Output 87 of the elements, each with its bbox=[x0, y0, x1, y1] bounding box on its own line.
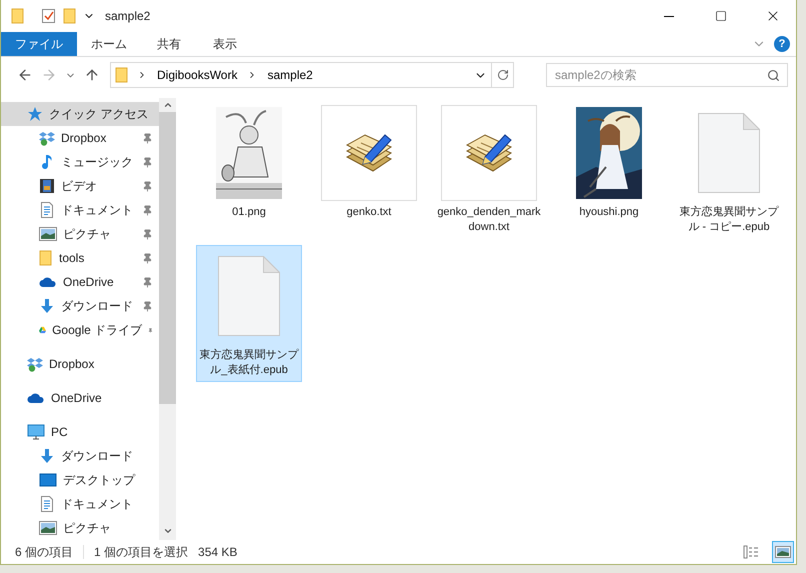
blank-document-icon bbox=[698, 113, 760, 193]
document-icon bbox=[39, 202, 55, 218]
sidebar-item-label: クイック アクセス bbox=[49, 106, 150, 122]
maximize-icon bbox=[715, 10, 727, 22]
desktop-icon bbox=[39, 473, 57, 487]
scrollbar[interactable] bbox=[159, 98, 176, 540]
sidebar-item[interactable]: クイック アクセス bbox=[1, 102, 159, 126]
sidebar-item-label: ミュージック bbox=[61, 154, 134, 170]
ribbon-tab[interactable]: 共有 bbox=[141, 32, 197, 56]
star-icon bbox=[27, 106, 43, 122]
ribbon-tab[interactable]: ホーム bbox=[77, 32, 141, 56]
selection-count: 1 個の項目を選択 bbox=[94, 544, 188, 560]
sidebar-item[interactable]: デスクトップ bbox=[1, 468, 159, 492]
file-name: genko.txt bbox=[346, 205, 392, 220]
sidebar-item-label: ドキュメント bbox=[61, 202, 134, 218]
details-view-icon bbox=[743, 545, 759, 559]
selection-size: 354 KB bbox=[198, 545, 238, 559]
sidebar-item[interactable]: Dropbox bbox=[1, 126, 159, 150]
sidebar-item[interactable]: Dropbox bbox=[1, 352, 159, 376]
file-name: 01.png bbox=[231, 205, 267, 220]
sidebar-item-label: ピクチャ bbox=[63, 226, 112, 242]
large-icons-view-icon bbox=[775, 546, 791, 558]
scroll-down-icon[interactable] bbox=[162, 526, 172, 536]
sidebar-item-label: OneDrive bbox=[51, 391, 103, 405]
sidebar-item[interactable]: OneDrive bbox=[1, 386, 159, 410]
sidebar-item-label: PC bbox=[51, 425, 69, 439]
address-field[interactable]: DigibooksWork sample2 bbox=[110, 62, 514, 88]
ribbon-tab[interactable]: ファイル bbox=[1, 32, 77, 56]
file-name: hyoushi.png bbox=[578, 205, 640, 220]
large-icons-view-button[interactable] bbox=[772, 541, 794, 563]
sidebar-item-label: デスクトップ bbox=[63, 472, 136, 488]
search-icon bbox=[767, 69, 780, 82]
item-count: 6 個の項目 bbox=[15, 544, 74, 560]
file-name: 東方恋鬼異聞サンプル_表紙付.epub bbox=[198, 348, 300, 378]
cloud-icon bbox=[39, 276, 57, 288]
sidebar-item[interactable]: ミュージック bbox=[1, 150, 159, 174]
folder-icon bbox=[11, 8, 25, 24]
folder-icon bbox=[39, 250, 53, 266]
sidebar-item-label: ピクチャ bbox=[63, 520, 112, 536]
checklist-icon[interactable] bbox=[41, 8, 57, 24]
sidebar-item-label: OneDrive bbox=[63, 275, 115, 289]
sidebar-item-label: ドキュメント bbox=[61, 496, 134, 512]
film-icon bbox=[39, 178, 55, 194]
dropbox-icon bbox=[39, 130, 55, 146]
document-icon bbox=[39, 496, 55, 512]
file-name: 東方恋鬼異聞サンプル - コピー.epub bbox=[678, 205, 780, 235]
breadcrumb[interactable]: sample2 bbox=[265, 68, 315, 82]
sidebar-item-label: tools bbox=[59, 251, 86, 265]
sidebar-item[interactable]: ダウンロード bbox=[1, 444, 159, 468]
monitor-icon bbox=[27, 424, 45, 440]
window-title: sample2 bbox=[105, 9, 152, 23]
download-arrow-icon bbox=[39, 448, 55, 464]
scrollbar-thumb[interactable] bbox=[159, 112, 176, 404]
sidebar-item[interactable]: ピクチャ bbox=[1, 516, 159, 540]
sidebar-item[interactable]: Google ドライブ bbox=[1, 318, 159, 342]
sidebar-item-label: Google ドライブ bbox=[52, 322, 142, 338]
help-button[interactable]: ? bbox=[774, 36, 790, 52]
sidebar-item-label: ビデオ bbox=[61, 178, 98, 194]
sidebar-item[interactable]: ドキュメント bbox=[1, 198, 159, 222]
file-item[interactable]: hyoushi.png bbox=[556, 102, 662, 239]
sidebar-item[interactable]: ピクチャ bbox=[1, 222, 159, 246]
picture-icon bbox=[39, 521, 57, 535]
file-item[interactable]: 東方恋鬼異聞サンプル - コピー.epub bbox=[676, 102, 782, 239]
sidebar-item-label: Dropbox bbox=[61, 131, 108, 145]
sidebar-item-label: ダウンロード bbox=[61, 298, 134, 314]
download-arrow-icon bbox=[39, 298, 55, 314]
file-item[interactable]: 01.png bbox=[196, 102, 302, 239]
picture-icon bbox=[39, 227, 57, 241]
refresh-icon bbox=[496, 69, 508, 81]
sidebar-item[interactable]: ダウンロード bbox=[1, 294, 159, 318]
sidebar-item[interactable]: OneDrive bbox=[1, 270, 159, 294]
cloud-icon bbox=[27, 392, 45, 404]
file-item[interactable]: 東方恋鬼異聞サンプル_表紙付.epub bbox=[196, 245, 302, 382]
sidebar-item-label: ダウンロード bbox=[61, 448, 134, 464]
sidebar-item-label: Dropbox bbox=[49, 357, 96, 371]
sidebar-item[interactable]: ビデオ bbox=[1, 174, 159, 198]
breadcrumb[interactable]: DigibooksWork bbox=[155, 68, 240, 82]
scroll-up-icon[interactable] bbox=[162, 100, 172, 110]
file-name: genko_denden_markdown.txt bbox=[437, 205, 541, 235]
dropbox-icon bbox=[27, 356, 43, 372]
sidebar-item[interactable]: tools bbox=[1, 246, 159, 270]
sidebar-item[interactable]: ドキュメント bbox=[1, 492, 159, 516]
search-field[interactable]: sample2の検索 bbox=[546, 63, 788, 87]
sidebar-item[interactable]: PC bbox=[1, 420, 159, 444]
blank-document-icon bbox=[218, 256, 280, 336]
folder-icon bbox=[115, 67, 129, 83]
ribbon-tab[interactable]: 表示 bbox=[197, 32, 253, 56]
